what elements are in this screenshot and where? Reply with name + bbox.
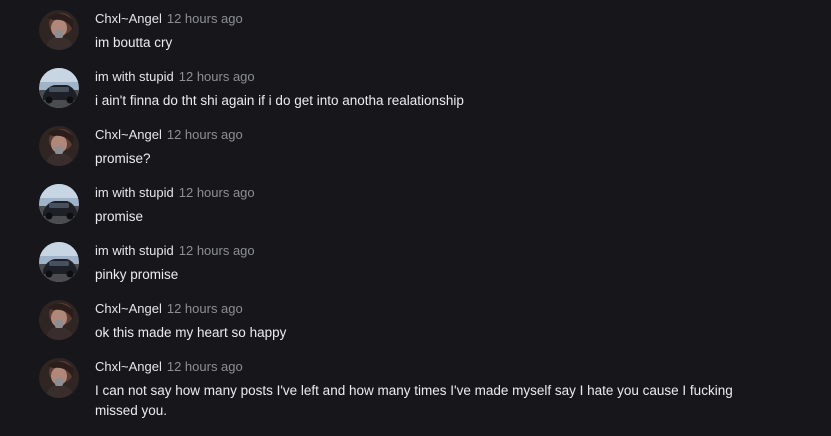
user-avatar[interactable] [39,184,79,224]
user-avatar[interactable] [39,68,79,108]
comment-timestamp: 12 hours ago [178,185,255,200]
car-avatar-image [39,68,79,108]
user-avatar[interactable] [39,358,79,398]
angel-avatar-image [39,358,79,398]
comment-text: I can not say how many posts I've left a… [95,383,733,418]
comment-timestamp: 12 hours ago [166,301,243,316]
user-avatar[interactable] [39,242,79,282]
comment-timestamp: 12 hours ago [178,243,255,258]
comment-timestamp: 12 hours ago [166,127,243,142]
user-avatar[interactable] [39,300,79,340]
comment-author[interactable]: im with stupid [95,185,174,200]
user-avatar[interactable] [39,126,79,166]
angel-avatar-image [39,300,79,340]
angel-avatar-image [39,10,79,50]
comment-author[interactable]: Chxl~Angel [95,359,162,374]
comment-author[interactable]: Chxl~Angel [95,11,162,26]
comment-text: ok this made my heart so happy [95,325,287,340]
comment-author[interactable]: Chxl~Angel [95,127,162,142]
user-avatar[interactable] [39,10,79,50]
comment-author[interactable]: im with stupid [95,69,174,84]
comment-text: pinky promise [95,267,179,282]
comment-text: promise [95,209,144,224]
comment-timestamp: 12 hours ago [178,69,255,84]
comment-author[interactable]: im with stupid [95,243,174,258]
comment-author[interactable]: Chxl~Angel [95,301,162,316]
comment-timestamp: 12 hours ago [166,359,243,374]
comment-feed: Chxl~Angel 12 hours ago im boutta cry im … [0,0,831,436]
angel-avatar-image [39,126,79,166]
comment-timestamp: 12 hours ago [166,11,243,26]
comment-text: i ain't finna do tht shi again if i do g… [95,93,464,108]
comment-text: promise? [95,151,151,166]
car-avatar-image [39,184,79,224]
car-avatar-image [39,242,79,282]
comment-text: im boutta cry [95,35,173,50]
